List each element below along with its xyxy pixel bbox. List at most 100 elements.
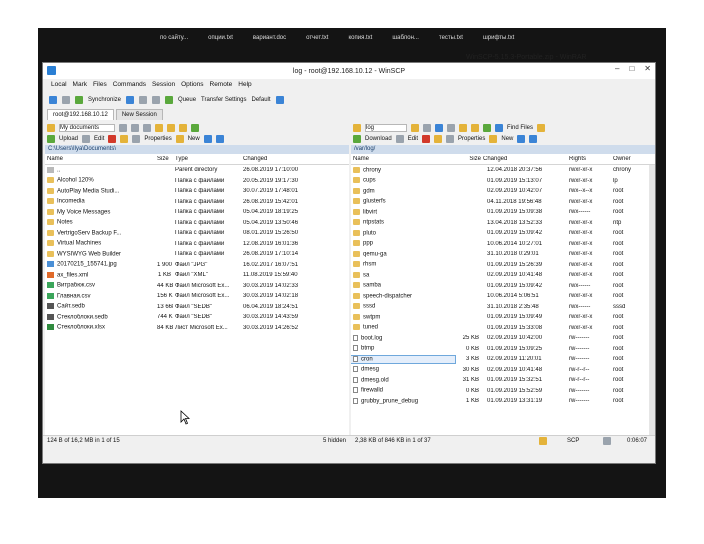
local-file-row[interactable]: 20170215_155741.jpg 1 900 KBФайл "JPG" 16.… <box>45 260 349 271</box>
globe-icon[interactable] <box>275 96 284 104</box>
menu-commands[interactable]: Commands <box>113 81 146 92</box>
filter-icon[interactable] <box>119 123 127 132</box>
local-file-row[interactable]: WYSIWYG Web Builder Папка с файлами 26.08.… <box>45 249 349 260</box>
preferences-icon[interactable] <box>152 96 161 104</box>
remote-file-row[interactable]: chrony 12.04.2018 20:37:56 rwxr-xr-x chrony <box>351 165 655 176</box>
local-file-row[interactable]: VertrigoServ Backup F... Папка с файлами 0… <box>45 228 349 239</box>
queue-button[interactable]: Queue <box>178 97 196 103</box>
parent-dir-icon[interactable] <box>155 123 163 132</box>
close-button[interactable]: ✕ <box>644 64 651 73</box>
remote-file-row[interactable]: btmp 0 KB 01.09.2019 15:09:25 rw------- root <box>351 344 655 355</box>
remote-location-select[interactable]: log <box>365 123 407 132</box>
unselect-icon[interactable] <box>529 134 538 143</box>
local-file-row[interactable]: Главная.csv 156 KBФайл Microsoft Ex... 30.… <box>45 291 349 302</box>
local-file-row[interactable]: Notes Папка с файлами 05.04.2019 13:50:46 <box>45 218 349 229</box>
column-changed[interactable]: Changed <box>241 156 331 162</box>
menu-mark[interactable]: Mark <box>73 81 87 92</box>
new-button[interactable]: New <box>188 136 200 142</box>
local-file-row[interactable]: Стеклоблоки.sedb 744 KBФайл "SEDB" 30.03.2… <box>45 312 349 323</box>
home-icon[interactable] <box>179 123 187 132</box>
tab-session[interactable]: root@192.168.10.12 <box>47 109 114 120</box>
local-location-select[interactable]: My documents <box>59 123 115 132</box>
properties-button[interactable]: Properties <box>144 136 171 142</box>
remote-file-row[interactable]: libvirt 01.09.2019 15:09:38 rwx------ root <box>351 207 655 218</box>
minimize-button[interactable]: – <box>615 64 619 73</box>
back-icon[interactable] <box>131 123 139 132</box>
transfer-settings-select[interactable]: Default <box>252 97 271 103</box>
synchronize-button[interactable]: Synchronize <box>88 97 121 103</box>
properties-button[interactable]: Properties <box>458 136 485 142</box>
unselect-icon[interactable] <box>215 134 224 143</box>
remote-file-row[interactable]: firewalld 0 KB 01.09.2019 15:52:59 rw------… <box>351 386 655 397</box>
remote-file-row[interactable]: dmesg.old 31 KB 01.09.2019 15:32:51 rw-r--r… <box>351 375 655 386</box>
local-file-row[interactable]: Сайт.sedb 13 668 KBФайл "SEDB" 06.04.2019 … <box>45 302 349 313</box>
local-file-row[interactable]: AutoPlay Media Studi... Папка с файлами 30… <box>45 186 349 197</box>
local-file-row[interactable]: Стеклоблоки.xlsx 84 KB Лист Microsoft Ex..… <box>45 323 349 334</box>
remote-file-row[interactable]: sa 02.09.2019 10:41:48 rwxr-xr-x root <box>351 270 655 281</box>
menu-local[interactable]: Local <box>51 81 67 92</box>
forward-icon[interactable] <box>447 123 455 132</box>
remote-file-row[interactable]: cron 3 KB 02.09.2019 11:20:01 rw------- root <box>351 354 655 365</box>
upload-button[interactable]: Upload <box>59 136 78 142</box>
edit-button[interactable]: Edit <box>408 136 418 142</box>
column-name[interactable]: Name <box>45 156 155 162</box>
column-rights[interactable]: Rights <box>567 156 611 162</box>
local-file-row[interactable]: My Voice Messages Папка с файлами 05.04.20… <box>45 207 349 218</box>
remote-file-row[interactable]: qemu-ga 31.10.2018 0:29:01 rwxr-xr-x root <box>351 249 655 260</box>
remote-file-row[interactable]: sssd 31.10.2018 2:35:48 rwx------ sssd <box>351 302 655 313</box>
synchronize-icon[interactable] <box>75 96 83 104</box>
maximize-button[interactable]: □ <box>629 64 634 73</box>
remote-file-row[interactable]: swtpm 01.09.2019 15:09:49 rwxr-xr-x root <box>351 312 655 323</box>
back-icon[interactable] <box>435 123 443 132</box>
refresh-icon[interactable] <box>191 123 199 132</box>
column-owner[interactable]: Owner <box>611 156 647 162</box>
remote-file-row[interactable]: dmesg 30 KB 02.09.2019 10:41:48 rw-r--r-- ro… <box>351 365 655 376</box>
edit-button[interactable]: Edit <box>94 136 104 142</box>
remote-file-row[interactable]: ntpstats 13.04.2018 13:52:33 rwxr-xr-x ntp <box>351 218 655 229</box>
sync-browse-icon[interactable] <box>126 96 135 104</box>
remote-file-row[interactable]: grubby_prune_debug 1 KB 01.09.2019 13:31:1… <box>351 396 655 407</box>
remote-file-row[interactable]: samba 01.09.2019 15:09:42 rwx------ root <box>351 281 655 292</box>
forward-icon[interactable] <box>143 123 151 132</box>
parent-dir-icon[interactable] <box>459 123 467 132</box>
menu-help[interactable]: Help <box>238 81 251 92</box>
remote-file-row[interactable]: boot.log 25 KB 02.09.2019 10:42:00 rw------… <box>351 333 655 344</box>
column-size[interactable]: Size <box>155 156 173 162</box>
remote-file-row[interactable]: speech-dispatcher 10.06.2014 5:06:51 rwxr-… <box>351 291 655 302</box>
column-name[interactable]: Name <box>351 156 455 162</box>
compare-icon[interactable] <box>62 96 70 104</box>
local-panel-icon[interactable] <box>49 96 57 104</box>
open-dir-icon[interactable] <box>411 123 419 132</box>
queue-icon[interactable] <box>165 96 174 104</box>
sync-icon[interactable] <box>537 123 546 132</box>
rename-icon[interactable] <box>120 134 129 143</box>
local-file-row[interactable]: Alcohol 120% Папка с файлами 20.05.2019 19… <box>45 176 349 187</box>
local-file-row[interactable]: Virtual Machines Папка с файлами 12.08.201… <box>45 239 349 250</box>
root-dir-icon[interactable] <box>167 123 175 132</box>
filter-icon[interactable] <box>423 123 431 132</box>
hidden-count[interactable]: 5 hidden <box>323 438 346 444</box>
menu-remote[interactable]: Remote <box>210 81 233 92</box>
select-all-icon[interactable] <box>203 134 212 143</box>
menu-files[interactable]: Files <box>93 81 107 92</box>
remote-file-row[interactable]: ppp 10.06.2014 10:27:01 rwxr-xr-x root <box>351 239 655 250</box>
new-button[interactable]: New <box>501 136 513 142</box>
column-size[interactable]: Size <box>455 156 481 162</box>
find-files-button[interactable]: Find Files <box>507 125 533 131</box>
tab-new-session[interactable]: New Session <box>115 109 163 120</box>
select-all-icon[interactable] <box>517 134 526 143</box>
home-icon[interactable] <box>471 123 479 132</box>
remote-file-row[interactable]: glusterfs 04.11.2018 19:56:48 rwxr-xr-x roo… <box>351 197 655 208</box>
download-button[interactable]: Download <box>365 136 392 142</box>
remote-file-row[interactable]: cups 01.09.2019 15:13:07 rwxr-xr-x lp <box>351 176 655 187</box>
column-type[interactable]: Type <box>173 156 241 162</box>
remote-file-row[interactable]: rhsm 01.09.2019 15:26:39 rwxr-xr-x root <box>351 260 655 271</box>
local-file-row[interactable]: Incomedia Папка с файлами 26.08.2019 15:42… <box>45 197 349 208</box>
scrollbar[interactable] <box>649 165 655 441</box>
delete-icon[interactable] <box>422 134 431 143</box>
remote-file-row[interactable]: gdm 02.09.2019 10:42:07 rwx--x--x root <box>351 186 655 197</box>
terminal-icon[interactable] <box>139 96 148 104</box>
local-file-row[interactable]: ax_files.xml 1 KB Файл "XML" 11.08.2019 15:… <box>45 270 349 281</box>
menu-options[interactable]: Options <box>181 81 203 92</box>
remote-file-row[interactable]: pluto 01.09.2019 15:09:42 rwxr-xr-x root <box>351 228 655 239</box>
